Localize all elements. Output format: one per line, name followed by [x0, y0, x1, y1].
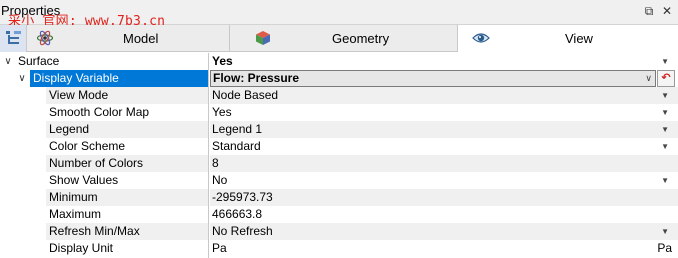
- property-value-text: Yes: [212, 105, 232, 119]
- close-icon[interactable]: ✕: [660, 4, 674, 18]
- property-row-surface[interactable]: ∨ Surface Yes ▼: [0, 53, 678, 70]
- property-name: Surface: [18, 53, 208, 70]
- property-value-text: 466663.8: [212, 207, 263, 221]
- property-name: Maximum: [46, 206, 208, 223]
- tab-view[interactable]: View: [458, 25, 678, 53]
- float-window-icon[interactable]: ⧉: [642, 4, 656, 18]
- property-name: Number of Colors: [46, 155, 208, 172]
- property-name: Refresh Min/Max: [46, 223, 208, 240]
- undo-arrow-icon: ↶: [661, 72, 671, 84]
- categorized-list-icon: [6, 31, 21, 44]
- property-name: Color Scheme: [46, 138, 208, 155]
- dropdown-arrow-icon[interactable]: ▼: [661, 223, 669, 240]
- dropdown-arrow-icon[interactable]: ▼: [661, 172, 669, 189]
- property-value-text: No Refresh: [212, 224, 273, 238]
- property-value[interactable]: 466663.8: [210, 206, 678, 223]
- eye-icon: [472, 33, 490, 43]
- property-value-text: 8: [212, 156, 219, 170]
- property-row-smooth-color-map[interactable]: Smooth Color Map Yes ▼: [0, 104, 678, 121]
- property-value-text: Pa: [212, 241, 227, 255]
- property-name-selected: Display Variable: [30, 70, 208, 87]
- property-value[interactable]: Pa Pa: [210, 240, 678, 257]
- dropdown-arrow-icon[interactable]: ▼: [661, 53, 669, 70]
- tab-view-label: View: [565, 31, 593, 46]
- property-name: Legend: [46, 121, 208, 138]
- property-value[interactable]: Legend 1 ▼: [210, 121, 678, 138]
- property-value-text: Node Based: [212, 88, 279, 102]
- reset-undo-button[interactable]: ↶: [657, 70, 675, 87]
- property-value-text: Legend 1: [212, 122, 263, 136]
- tab-bar: Model Geometry View: [0, 25, 678, 53]
- categorized-view-button[interactable]: [0, 25, 27, 52]
- dropdown-arrow-icon[interactable]: ▼: [661, 104, 669, 121]
- property-row-color-scheme[interactable]: Color Scheme Standard ▼: [0, 138, 678, 155]
- tab-geometry[interactable]: Geometry: [230, 25, 458, 52]
- geometry-cube-icon: [256, 31, 270, 45]
- dropdown-arrow-icon[interactable]: ▼: [661, 138, 669, 155]
- dropdown-arrow-icon[interactable]: ▼: [661, 121, 669, 138]
- property-row-minimum[interactable]: Minimum -295973.73: [0, 189, 678, 206]
- collapse-chevron-icon[interactable]: ∨: [2, 53, 14, 70]
- tab-model-label: Model: [123, 31, 159, 46]
- combobox-value: Flow: Pressure: [213, 71, 300, 85]
- tab-model[interactable]: Model: [28, 25, 230, 52]
- property-value[interactable]: No Refresh ▼: [210, 223, 678, 240]
- property-value[interactable]: No ▼: [210, 172, 678, 189]
- property-name: Display Unit: [46, 240, 208, 257]
- property-name: Minimum: [46, 189, 208, 206]
- property-name: View Mode: [46, 87, 208, 104]
- property-row-maximum[interactable]: Maximum 466663.8: [0, 206, 678, 223]
- property-value[interactable]: Standard ▼: [210, 138, 678, 155]
- panel-titlebar: Properties 采小 官网: www.7b3.cn ⧉ ✕: [0, 0, 678, 29]
- chevron-down-icon[interactable]: ∨: [645, 71, 652, 86]
- property-row-view-mode[interactable]: View Mode Node Based ▼: [0, 87, 678, 104]
- property-value-text: Yes: [212, 54, 233, 68]
- display-variable-combobox[interactable]: Flow: Pressure ∨: [210, 70, 656, 87]
- collapse-chevron-icon[interactable]: ∨: [16, 70, 28, 87]
- dropdown-arrow-icon[interactable]: ▼: [661, 87, 669, 104]
- unit-label: Pa: [657, 241, 672, 255]
- property-row-legend[interactable]: Legend Legend 1 ▼: [0, 121, 678, 138]
- property-name: Smooth Color Map: [46, 104, 208, 121]
- property-name: Show Values: [46, 172, 208, 189]
- property-value-text: Standard: [212, 139, 261, 153]
- property-row-display-unit[interactable]: Display Unit Pa Pa: [0, 240, 678, 257]
- property-value-text: No: [212, 173, 228, 187]
- property-row-number-of-colors[interactable]: Number of Colors 8: [0, 155, 678, 172]
- property-value-text: -295973.73: [212, 190, 273, 204]
- property-value[interactable]: Yes ▼: [210, 104, 678, 121]
- model-atom-icon: [36, 30, 54, 46]
- property-value[interactable]: Yes ▼: [210, 53, 678, 70]
- property-value[interactable]: 8: [210, 155, 678, 172]
- property-row-refresh-min-max[interactable]: Refresh Min/Max No Refresh ▼: [0, 223, 678, 240]
- property-row-show-values[interactable]: Show Values No ▼: [0, 172, 678, 189]
- property-value[interactable]: Node Based ▼: [210, 87, 678, 104]
- property-row-display-variable[interactable]: ∨ Display Variable Flow: Pressure ∨ ↶: [0, 70, 678, 87]
- property-value[interactable]: -295973.73: [210, 189, 678, 206]
- tab-geometry-label: Geometry: [332, 31, 390, 46]
